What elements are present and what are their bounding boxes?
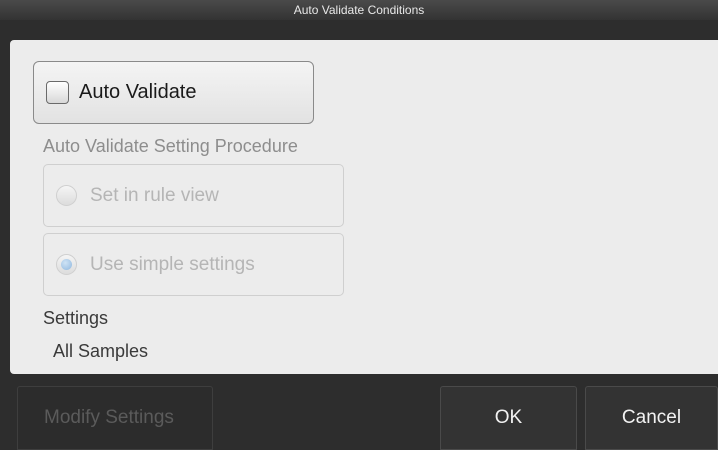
radio-set-in-rule-view[interactable] — [56, 185, 77, 206]
option-label: Use simple settings — [90, 253, 255, 275]
auto-validate-toggle[interactable]: Auto Validate — [33, 61, 314, 124]
cancel-button[interactable]: Cancel — [585, 386, 718, 450]
auto-validate-label: Auto Validate — [79, 81, 197, 103]
auto-validate-checkbox[interactable] — [46, 81, 69, 104]
ok-button[interactable]: OK — [440, 386, 577, 450]
option-use-simple-settings[interactable]: Use simple settings — [43, 233, 344, 296]
procedure-title: Auto Validate Setting Procedure — [43, 136, 298, 156]
modify-settings-button[interactable]: Modify Settings — [17, 386, 213, 450]
dialog-window: Auto Validate Conditions Auto Validate A… — [0, 0, 718, 450]
radio-use-simple-settings[interactable] — [56, 254, 77, 275]
settings-label: Settings — [43, 308, 109, 328]
option-label: Set in rule view — [90, 184, 219, 206]
content-panel: Auto Validate Auto Validate Setting Proc… — [10, 40, 718, 374]
option-set-in-rule-view[interactable]: Set in rule view — [43, 164, 344, 227]
settings-value: All Samples — [53, 341, 149, 361]
window-title: Auto Validate Conditions — [293, 3, 425, 17]
title-bar: Auto Validate Conditions — [0, 0, 718, 20]
